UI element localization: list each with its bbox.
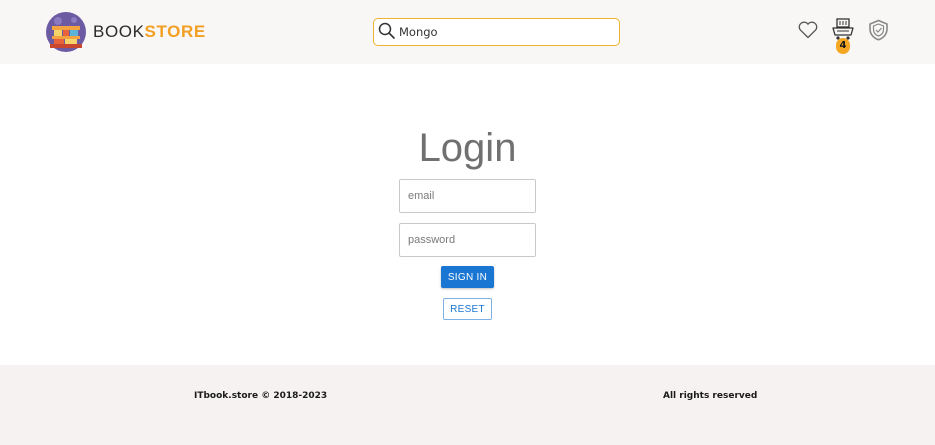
brand-suffix: STORE xyxy=(144,22,206,41)
search-box[interactable] xyxy=(373,18,620,46)
bookstore-logo-icon[interactable] xyxy=(46,12,86,52)
footer-copyright: ITbook.store © 2018-2023 xyxy=(194,391,328,401)
password-field[interactable] xyxy=(399,223,536,257)
email-field[interactable] xyxy=(399,179,536,213)
sign-in-button[interactable]: SIGN IN xyxy=(441,266,494,288)
brand-name[interactable]: BOOKSTORE xyxy=(93,22,206,42)
footer-rights: All rights reserved xyxy=(663,391,758,401)
search-icon[interactable] xyxy=(378,22,395,39)
footer: ITbook.store © 2018-2023 All rights rese… xyxy=(0,365,935,445)
header: BOOKSTORE 4 xyxy=(0,0,935,64)
search-input[interactable] xyxy=(399,22,609,42)
heart-icon[interactable] xyxy=(798,21,818,39)
reset-button[interactable]: RESET xyxy=(443,298,492,320)
shield-icon[interactable] xyxy=(868,19,889,41)
cart-count-badge: 4 xyxy=(836,38,850,54)
brand-prefix: BOOK xyxy=(93,22,145,41)
page-title: Login xyxy=(418,126,517,170)
